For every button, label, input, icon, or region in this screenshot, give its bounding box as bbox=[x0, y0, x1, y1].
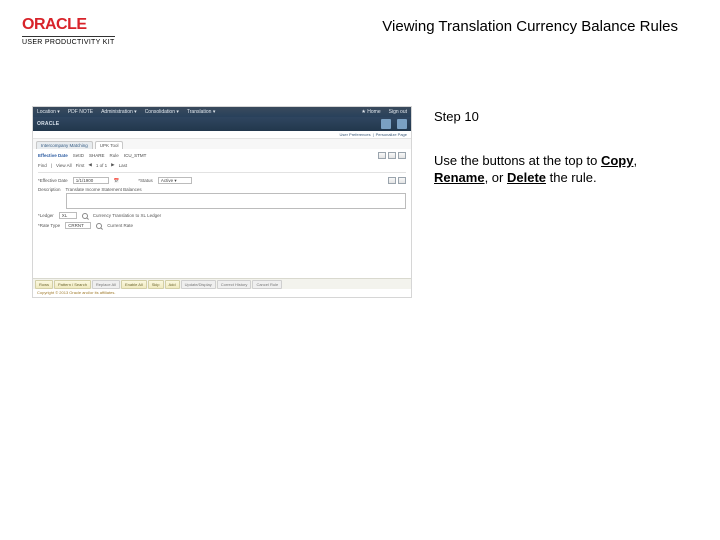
find-link: Find bbox=[38, 163, 47, 168]
rule-label: Rule bbox=[110, 153, 119, 158]
translation-menu: Translation ▾ bbox=[187, 109, 215, 115]
description-value: Translate Income Statement Balances bbox=[66, 187, 406, 192]
add-row-icon bbox=[388, 177, 396, 184]
toolbar-icon bbox=[397, 119, 407, 129]
embedded-screenshot: Location ▾ PDF NOTE Administration ▾ Con… bbox=[32, 106, 412, 298]
copy-button-icon bbox=[378, 152, 386, 159]
calendar-icon: 📅 bbox=[114, 178, 120, 184]
instr-delete: Delete bbox=[507, 170, 546, 185]
effective-date-heading: Effective Date bbox=[38, 153, 68, 158]
effdate-field: 1/1/1900 bbox=[73, 177, 109, 184]
instruction-panel: Step 10 Use the buttons at the top to Co… bbox=[434, 106, 702, 298]
ledger-label: *Ledger bbox=[38, 213, 54, 218]
pager-position: 1 of 1 bbox=[96, 163, 107, 168]
setid-value: SHARE bbox=[89, 153, 105, 158]
rename-button-icon bbox=[388, 152, 396, 159]
btab-skip: Skip bbox=[148, 280, 164, 289]
instr-c2: , or bbox=[485, 170, 507, 185]
app-tabs: Intercompany Matching UPK Tool bbox=[33, 139, 411, 149]
delete-button-icon bbox=[398, 152, 406, 159]
viewall-link: View All bbox=[56, 163, 72, 168]
instr-c1: , bbox=[633, 153, 637, 168]
status-label: *Status bbox=[138, 178, 153, 183]
location-menu: Location ▾ bbox=[37, 109, 60, 115]
ledger-field: XL bbox=[59, 212, 77, 219]
brand-subtitle: USER PRODUCTIVITY KIT bbox=[22, 36, 115, 46]
step-label: Step 10 bbox=[434, 108, 692, 126]
ledger-hint: Currency Translation to XL Ledger bbox=[93, 213, 161, 218]
btab-cancel: Cancel Rule bbox=[252, 280, 282, 289]
btab-correct: Correct History bbox=[217, 280, 252, 289]
status-field: Active ▾ bbox=[158, 177, 192, 184]
instr-prefix: Use the buttons at the top to bbox=[434, 153, 601, 168]
effdate-label: *Effective Date bbox=[38, 178, 68, 183]
description-field bbox=[66, 193, 406, 209]
brand-name: ORACLE bbox=[22, 16, 115, 34]
btab-rows: Rows bbox=[35, 280, 53, 289]
rate-label: *Rate Type bbox=[38, 223, 60, 228]
app-top-bar: Location ▾ PDF NOTE Administration ▾ Con… bbox=[33, 107, 411, 117]
btab-add: Add bbox=[165, 280, 180, 289]
description-label: Description bbox=[38, 187, 61, 192]
btab-enable: Enable All bbox=[121, 280, 147, 289]
rule-value: ICU_STMT bbox=[124, 153, 147, 158]
app-brand: ORACLE bbox=[37, 121, 59, 127]
rate-hint: Current Rate bbox=[107, 223, 133, 228]
tab-intercompany: Intercompany Matching bbox=[36, 141, 93, 149]
admin-menu: Administration ▾ bbox=[101, 109, 137, 115]
del-row-icon bbox=[398, 177, 406, 184]
app-brand-bar: ORACLE bbox=[33, 117, 411, 131]
app-subnav: User Preferences | Personalize Page bbox=[33, 131, 411, 139]
tab-upk: UPK Tool bbox=[95, 141, 124, 149]
instr-rename: Rename bbox=[434, 170, 485, 185]
btab-pattern: Pattern / Search bbox=[54, 280, 91, 289]
user-prefs-link: User Preferences bbox=[339, 132, 370, 137]
setid-label: SetID bbox=[73, 153, 84, 158]
pager-row: Find | View All First ◀ 1 of 1 ▶ Last bbox=[38, 162, 406, 168]
instr-suffix: the rule. bbox=[546, 170, 597, 185]
last-link: Last bbox=[119, 163, 128, 168]
pdf-note: PDF NOTE bbox=[68, 109, 93, 115]
signout-link: Sign out bbox=[389, 109, 407, 115]
btab-update: Update/Display bbox=[181, 280, 216, 289]
rate-field: CRRNT bbox=[65, 222, 91, 229]
bottom-tab-bar: Rows Pattern / Search Replace All Enable… bbox=[33, 278, 411, 289]
toolbar-icon bbox=[381, 119, 391, 129]
btab-replace: Replace All bbox=[92, 280, 120, 289]
page-title: Viewing Translation Currency Balance Rul… bbox=[382, 16, 698, 35]
personalize-link: Personalize Page bbox=[376, 132, 407, 137]
instr-copy: Copy bbox=[601, 153, 634, 168]
search-icon bbox=[96, 223, 102, 229]
search-icon bbox=[82, 213, 88, 219]
screenshot-footer: Copyright © 2013 Oracle and/or its affil… bbox=[33, 289, 411, 297]
brand-logo: ORACLE USER PRODUCTIVITY KIT bbox=[22, 16, 115, 46]
instruction-text: Use the buttons at the top to Copy, Rena… bbox=[434, 152, 692, 187]
home-link: ★ Home bbox=[361, 109, 380, 115]
consol-menu: Consolidation ▾ bbox=[145, 109, 179, 115]
first-link: First bbox=[76, 163, 85, 168]
